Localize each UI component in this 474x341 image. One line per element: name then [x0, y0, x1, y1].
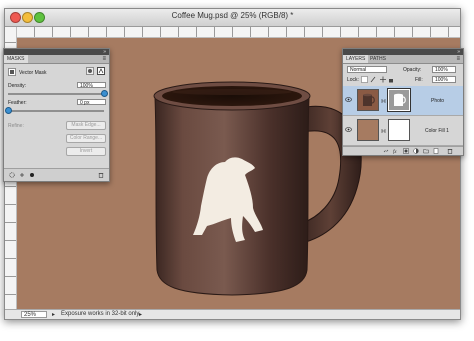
density-slider-handle[interactable]: [101, 90, 108, 97]
density-input[interactable]: 100%: [77, 82, 106, 89]
visibility-eye-icon[interactable]: [345, 97, 352, 102]
status-message: Exposure works in 32-bit only: [61, 311, 140, 317]
layer-row-color-fill[interactable]: Color Fill 1: [343, 116, 463, 146]
masks-bottom-bar: [4, 168, 109, 181]
vector-mask-icon[interactable]: [97, 67, 105, 75]
fill-label: Fill:: [415, 77, 423, 83]
vector-mask-thumbnail[interactable]: [387, 88, 411, 112]
tab-masks[interactable]: MASKS: [4, 55, 28, 63]
density-label: Density:: [8, 83, 27, 89]
feather-slider-handle[interactable]: [5, 107, 12, 114]
color-range-button[interactable]: Color Range...: [66, 134, 106, 143]
status-menu-icon[interactable]: ▸: [52, 311, 55, 318]
masks-tab-strip: MASKS ≡: [4, 55, 109, 64]
layers-panel: » LAYERS PATHS ≡ Normal Opacity: 100% Lo…: [342, 48, 464, 156]
mask-link-icon[interactable]: [381, 128, 386, 134]
apply-mask-icon[interactable]: [19, 172, 25, 178]
feather-label: Feather:: [8, 100, 27, 106]
trash-icon[interactable]: [447, 148, 453, 154]
delete-mask-icon[interactable]: [98, 172, 104, 178]
layer-name-photo[interactable]: Photo: [431, 98, 444, 104]
vector-mask-preview-icon: [8, 68, 16, 76]
fill-mask-thumbnail[interactable]: [388, 119, 410, 141]
visibility-eye-icon[interactable]: [345, 127, 352, 132]
photo-layer-thumbnail[interactable]: [357, 89, 379, 111]
pixel-mask-icon[interactable]: [86, 67, 94, 75]
tab-layers[interactable]: LAYERS: [343, 55, 369, 63]
add-mask-icon[interactable]: [403, 148, 409, 154]
layers-tab-strip: LAYERS PATHS ≡: [343, 55, 463, 64]
disable-mask-icon[interactable]: [29, 172, 35, 178]
group-icon[interactable]: [423, 148, 429, 154]
tab-paths[interactable]: PATHS: [367, 55, 389, 63]
layer-row-photo[interactable]: Photo: [343, 86, 463, 116]
feather-input[interactable]: 0 px: [77, 99, 106, 106]
layer-name-color-fill[interactable]: Color Fill 1: [425, 128, 449, 134]
window-title: Coffee Mug.psd @ 25% (RGB/8) *: [171, 11, 294, 20]
status-bar: 25% ▸ Exposure works in 32-bit only ▸: [5, 309, 460, 319]
opacity-label: Opacity:: [403, 67, 422, 73]
title-bar: Coffee Mug.psd @ 25% (RGB/8) *: [5, 9, 460, 27]
fx-icon[interactable]: fx: [393, 148, 399, 154]
refine-label: Refine:: [8, 123, 24, 129]
link-icon[interactable]: [383, 148, 389, 154]
masks-panel: » MASKS ≡ Vector Mask Density: 100% Feat…: [3, 48, 110, 182]
mask-type-label: Vector Mask: [19, 70, 47, 76]
density-slider-track[interactable]: [8, 93, 104, 95]
horizontal-ruler: [17, 27, 460, 38]
mask-link-icon[interactable]: [381, 98, 386, 104]
layers-bottom-bar: fx: [343, 146, 463, 155]
color-fill-thumbnail[interactable]: [357, 119, 379, 141]
blend-mode-select[interactable]: Normal: [347, 66, 387, 73]
status-arrow-icon[interactable]: ▸: [139, 311, 142, 318]
new-layer-icon[interactable]: [433, 148, 439, 154]
lock-icons[interactable]: [361, 76, 395, 83]
mask-edge-button[interactable]: Mask Edge...: [66, 121, 106, 130]
invert-button[interactable]: Invert: [66, 147, 106, 156]
zoom-field[interactable]: 25%: [21, 311, 47, 318]
fill-input[interactable]: 100%: [432, 76, 456, 83]
svg-text:fx: fx: [393, 150, 397, 154]
opacity-input[interactable]: 100%: [432, 66, 456, 73]
panel-menu-icon[interactable]: ≡: [102, 55, 106, 63]
lock-label: Lock:: [347, 77, 359, 83]
load-selection-icon[interactable]: [9, 172, 15, 178]
feather-slider-track[interactable]: [8, 110, 104, 112]
layers-panel-menu-icon[interactable]: ≡: [456, 55, 460, 63]
adjustment-icon[interactable]: [413, 148, 419, 154]
